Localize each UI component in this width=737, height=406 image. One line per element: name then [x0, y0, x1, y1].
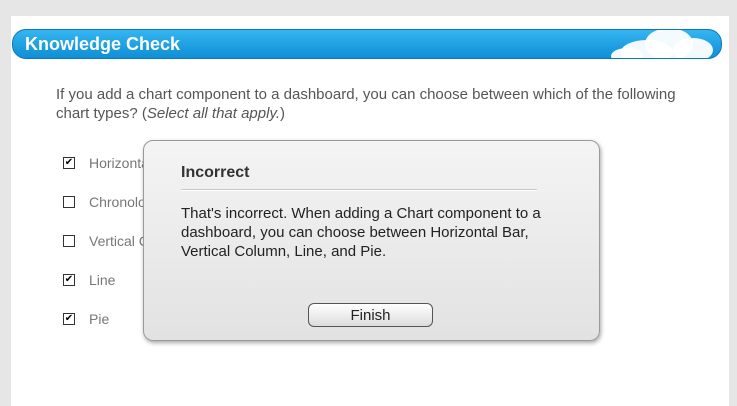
finish-button[interactable]: Finish: [308, 303, 433, 327]
option-label: Pie: [89, 311, 110, 327]
feedback-dialog: Incorrect That's incorrect. When adding …: [143, 140, 600, 341]
dialog-divider: [181, 189, 537, 191]
checkbox[interactable]: [63, 196, 75, 208]
checkbox[interactable]: [63, 235, 75, 247]
dialog-title: Incorrect: [181, 164, 250, 181]
cloud-icon: [611, 30, 713, 58]
question-text: If you add a chart component to a dashbo…: [56, 85, 676, 123]
header-bar: Knowledge Check: [12, 29, 722, 59]
checkbox[interactable]: ✔: [63, 274, 75, 286]
option-line[interactable]: ✔ Line: [63, 270, 115, 290]
header-title: Knowledge Check: [25, 34, 181, 54]
dialog-message: That's incorrect. When adding a Chart co…: [181, 205, 541, 260]
option-label: Line: [89, 272, 116, 288]
option-pie[interactable]: ✔ Pie: [63, 309, 109, 329]
checkbox[interactable]: ✔: [63, 157, 75, 169]
checkbox[interactable]: ✔: [63, 313, 75, 325]
question-suffix: ): [280, 105, 286, 122]
question-hint: Select all that apply.: [146, 105, 281, 122]
